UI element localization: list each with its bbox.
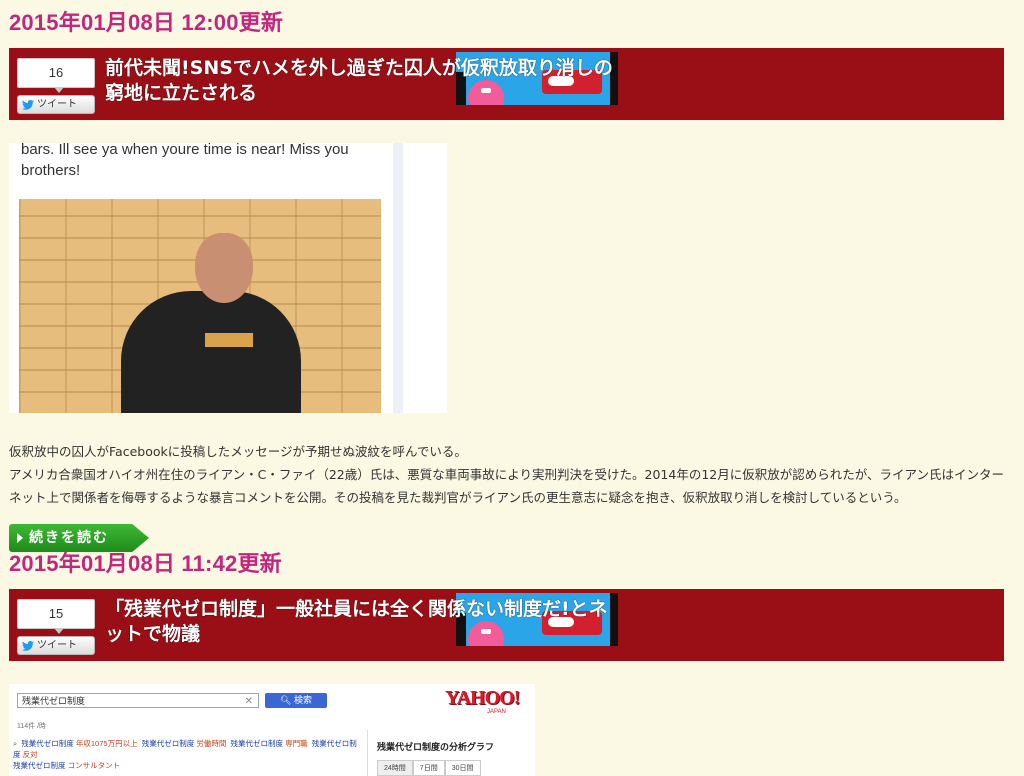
related-query: 残業代ゼロ制度 [230,739,284,748]
read-more-button[interactable]: 続きを読む [9,524,149,552]
twitter-icon [22,99,34,110]
period-tabs: 24時間 7日間 30日間 [377,760,481,776]
play-arrow-icon [17,533,23,543]
post-2: 2015年01月08日 11:42更新 15 ツイート 「残業代ゼロ制度」一般社… [9,549,1004,661]
yahoo-logo: YAHOO! [445,687,520,709]
related-sub: コンサルタント [67,761,121,770]
tweet-label: ツイート [37,640,77,651]
tab-24h: 24時間 [377,760,413,776]
tweet-button[interactable]: ツイート [17,636,95,655]
post-date: 2015年01月08日 12:00更新 [9,10,284,35]
related-query: 残業代ゼロ制度 [13,761,66,770]
result-count: 114件 /時 [17,723,47,730]
analysis-graph-title: 残業代ゼロ制度の分析グラフ [377,742,495,752]
photo-brick-wall [19,199,381,413]
clear-icon: ✕ [244,696,253,707]
related-sub: 専門職 [285,739,308,748]
search-button: 🔍︎ 検索 [265,693,327,708]
related-query: 残業代ゼロ制度 [141,739,195,748]
related-sub: 反対 [22,750,38,759]
post-title-bar: 16 ツイート 前代未聞!SNSでハメを外し過ぎた囚人が仮釈放取り消しの窮地に立… [9,48,1004,120]
tweet-counter: 15 ツイート [17,599,95,655]
related-query: 残業代ゼロ制度 [21,739,74,748]
description-line: アメリカ合衆国オハイオ州在住のライアン・C・ファイ（22歳）氏は、悪質な車両事故… [9,467,1004,505]
post-title-link[interactable]: 「残業代ゼロ制度」一般社員には全く関係ない制度だ!とネットで物議 [105,597,615,647]
post-description: 仮釈放中の囚人がFacebookに投稿したメッセージが予期せぬ波紋を呼んでいる。… [9,440,1004,509]
related-sub: 年収1075万円以上 [75,739,138,748]
image-caption: bars. Ill see ya when youre time is near… [21,143,349,179]
tweet-label: ツイート [37,99,77,110]
search-input: 残業代ゼロ制度 ✕ [17,693,259,708]
tweet-button[interactable]: ツイート [17,95,95,114]
twitter-icon [22,640,34,651]
related-sub: 労働時間 [196,739,227,748]
search-icon: 🔍︎ [280,695,292,705]
post-title-bar: 15 ツイート 「残業代ゼロ制度」一般社員には全く関係ない制度だ!とネットで物議 [9,589,1004,661]
search-icon: ⌕ [13,739,18,748]
post-date: 2015年01月08日 11:42更新 [9,551,282,576]
search-button-label: 検索 [293,695,312,705]
related-searches: ⌕ 残業代ゼロ制度 年収1075万円以上 残業代ゼロ制度 労働時間 残業代ゼロ制… [13,738,359,771]
read-more-label: 続きを読む [29,530,109,546]
post-image[interactable]: bars. Ill see ya when youre time is near… [9,143,447,413]
post-1: 2015年01月08日 12:00更新 16 ツイート 前代未聞!SNSでハメを… [9,8,1004,120]
tweet-counter: 16 ツイート [17,58,95,114]
tab-7d: 7日間 [412,760,445,776]
tweet-count: 15 [17,599,95,634]
tab-30d: 30日間 [444,760,481,776]
search-value: 残業代ゼロ制度 [22,696,86,706]
tweet-count: 16 [17,58,95,93]
yahoo-search-screenshot[interactable]: 残業代ゼロ制度 ✕ 🔍︎ 検索 YAHOO! JAPAN 114件 /時 ⌕ 残… [9,684,535,776]
description-line: 仮釈放中の囚人がFacebookに投稿したメッセージが予期せぬ波紋を呼んでいる。 [9,444,467,459]
yahoo-logo-sub: JAPAN [487,709,506,715]
post-title-link[interactable]: 前代未聞!SNSでハメを外し過ぎた囚人が仮釈放取り消しの窮地に立たされる [105,56,615,106]
